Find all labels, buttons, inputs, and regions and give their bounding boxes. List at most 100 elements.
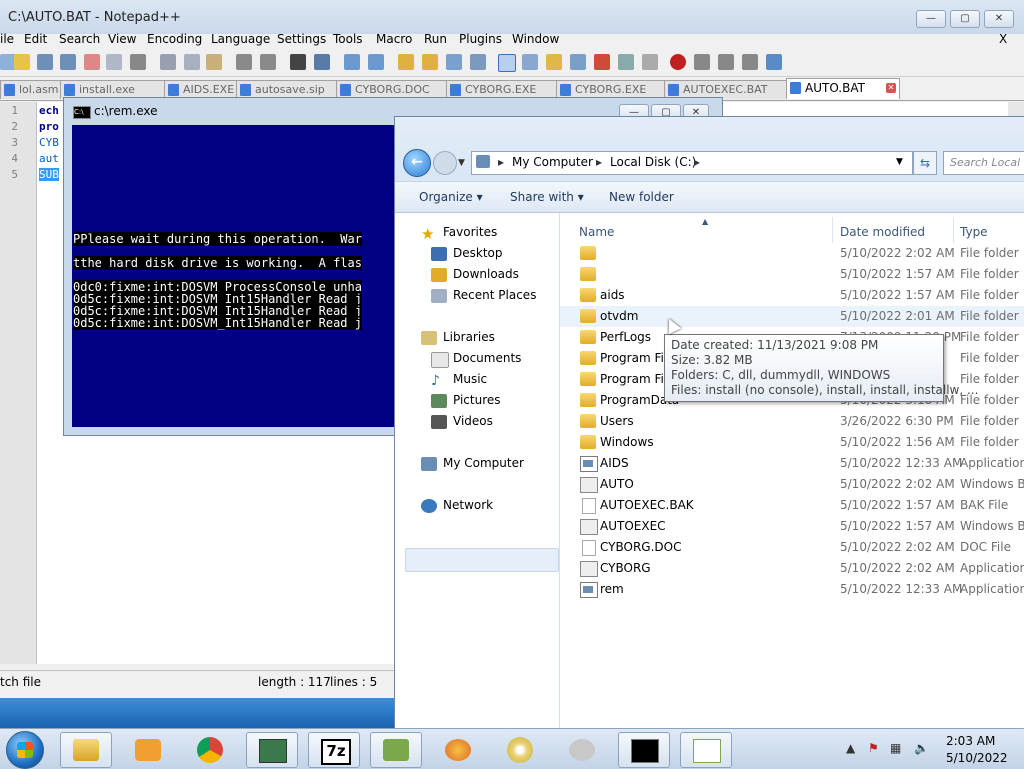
file-row[interactable]: 5/10/2022 2:02 AM File folder xyxy=(560,243,1024,264)
menu-file[interactable]: ile xyxy=(0,32,14,46)
menu-tools[interactable]: Tools xyxy=(333,32,363,46)
file-row[interactable]: CYBORG.DOC 5/10/2022 2:02 AM DOC File xyxy=(560,537,1024,558)
nav-music[interactable]: Music xyxy=(453,372,487,386)
taskbar-7zip[interactable]: 7z xyxy=(308,732,360,768)
column-header-date[interactable]: Date modified xyxy=(840,225,925,239)
notepadpp-title-bar[interactable]: C:\AUTO.BAT - Notepad++ — ▢ ✕ xyxy=(0,0,1024,34)
udl-icon[interactable] xyxy=(522,54,538,70)
close-all-icon[interactable] xyxy=(106,54,122,70)
menu-search[interactable]: Search xyxy=(59,32,100,46)
refresh-icon[interactable]: ⇆ xyxy=(913,151,937,175)
redo-icon[interactable] xyxy=(260,54,276,70)
column-header-name[interactable]: Name xyxy=(579,225,614,239)
nav-desktop[interactable]: Desktop xyxy=(453,246,503,260)
organize-button[interactable]: Organize ▾ xyxy=(419,190,483,204)
action-center-icon[interactable]: ⚑ xyxy=(868,741,882,755)
menu-view[interactable]: View xyxy=(108,32,136,46)
sync-h-icon[interactable] xyxy=(422,54,438,70)
taskbar-explorer[interactable] xyxy=(60,732,112,768)
file-row[interactable]: AUTOEXEC5/10/2022 1:57 AMWindows Ba xyxy=(560,516,1024,537)
file-row[interactable]: 5/10/2022 1:57 AM File folder xyxy=(560,264,1024,285)
taskbar-task-manager[interactable] xyxy=(246,732,298,768)
breadcrumb-arrow-icon[interactable]: ▸ xyxy=(498,155,504,169)
menu-encoding[interactable]: Encoding xyxy=(147,32,202,46)
paste-icon[interactable] xyxy=(206,54,222,70)
play-macro-icon[interactable] xyxy=(718,54,734,70)
function-list-icon[interactable] xyxy=(570,54,586,70)
nav-pictures[interactable]: Pictures xyxy=(453,393,501,407)
show-all-chars-icon[interactable] xyxy=(470,54,486,70)
menu-window[interactable]: Window xyxy=(512,32,559,46)
print-icon[interactable] xyxy=(130,54,146,70)
close-button[interactable]: ✕ xyxy=(984,10,1014,28)
history-dropdown-icon[interactable]: ▼ xyxy=(458,158,465,168)
tab-auto-bat[interactable]: AUTO.BAT ✕ xyxy=(786,78,900,99)
breadcrumb-arrow-icon[interactable]: ▸ xyxy=(694,155,700,169)
menu-plugins[interactable]: Plugins xyxy=(459,32,502,46)
undo-icon[interactable] xyxy=(236,54,252,70)
minimize-button[interactable]: — xyxy=(916,10,946,28)
folder-workspace-icon[interactable] xyxy=(594,54,610,70)
monitoring-icon[interactable] xyxy=(618,54,634,70)
new-folder-button[interactable]: New folder xyxy=(609,190,674,204)
eye-icon[interactable] xyxy=(642,54,658,70)
nav-favorites[interactable]: Favorites xyxy=(443,225,497,239)
zoom-out-icon[interactable] xyxy=(368,54,384,70)
menu-settings[interactable]: Settings xyxy=(277,32,326,46)
column-header-type[interactable]: Type xyxy=(960,225,988,239)
cut-icon[interactable] xyxy=(160,54,176,70)
zoom-in-icon[interactable] xyxy=(344,54,360,70)
show-hidden-icons-icon[interactable]: ▲ xyxy=(846,741,860,755)
record-macro-icon[interactable] xyxy=(670,54,686,70)
clock-time[interactable]: 2:03 AM xyxy=(946,734,995,748)
file-row[interactable]: Users 3/26/2022 6:30 PM File folder xyxy=(560,411,1024,432)
close-file-icon[interactable] xyxy=(84,54,100,70)
column-separator[interactable] xyxy=(953,217,954,243)
file-row[interactable]: AUTOEXEC.BAK 5/10/2022 1:57 AM BAK File xyxy=(560,495,1024,516)
run-macro-multiple-icon[interactable] xyxy=(742,54,758,70)
find-icon[interactable] xyxy=(290,54,306,70)
breadcrumb-my-computer[interactable]: My Computer xyxy=(512,155,593,169)
menu-language[interactable]: Language xyxy=(211,32,270,46)
nav-videos[interactable]: Videos xyxy=(453,414,493,428)
file-row-hovered[interactable]: otvdm 5/10/2022 2:01 AM File folder xyxy=(560,306,1024,327)
taskbar-notepadpp[interactable] xyxy=(370,732,422,768)
address-bar[interactable]: ▸ My Computer ▸ Local Disk (C:) ▸ ▼ xyxy=(471,151,913,175)
word-wrap-icon[interactable] xyxy=(446,54,462,70)
volume-icon[interactable]: 🔈 xyxy=(914,741,929,755)
file-row[interactable]: Windows 5/10/2022 1:56 AM File folder xyxy=(560,432,1024,453)
file-row[interactable]: AIDS 5/10/2022 12:33 AM Application xyxy=(560,453,1024,474)
nav-documents[interactable]: Documents xyxy=(453,351,521,365)
taskbar-wine[interactable] xyxy=(556,732,608,768)
taskbar-media-player[interactable] xyxy=(122,732,174,768)
file-row[interactable]: aids 5/10/2022 1:57 AM File folder xyxy=(560,285,1024,306)
clock-date[interactable]: 5/10/2022 xyxy=(946,751,1008,765)
stop-macro-icon[interactable] xyxy=(694,54,710,70)
nav-libraries[interactable]: Libraries xyxy=(443,330,495,344)
file-row[interactable]: CYBORG 5/10/2022 2:02 AM Application xyxy=(560,558,1024,579)
replace-icon[interactable] xyxy=(314,54,330,70)
taskbar-chart-app[interactable] xyxy=(680,732,732,768)
column-separator[interactable] xyxy=(832,217,833,243)
save-macro-icon[interactable] xyxy=(766,54,782,70)
menu-edit[interactable]: Edit xyxy=(24,32,47,46)
close-document-button[interactable]: X xyxy=(999,32,1007,46)
maximize-button[interactable]: ▢ xyxy=(950,10,980,28)
menu-macro[interactable]: Macro xyxy=(376,32,412,46)
file-row[interactable]: AUTO5/10/2022 2:02 AMWindows Ba xyxy=(560,474,1024,495)
nav-network[interactable]: Network xyxy=(443,498,493,512)
network-tray-icon[interactable]: ▦ xyxy=(890,741,904,755)
nav-downloads[interactable]: Downloads xyxy=(453,267,519,281)
address-dropdown-icon[interactable]: ▼ xyxy=(896,157,903,167)
breadcrumb-local-disk[interactable]: Local Disk (C:) xyxy=(610,155,696,169)
search-input[interactable]: Search Local Di xyxy=(943,151,1024,175)
forward-button[interactable] xyxy=(433,151,457,175)
sync-v-icon[interactable] xyxy=(398,54,414,70)
close-tab-icon[interactable]: ✕ xyxy=(886,83,896,93)
start-button[interactable] xyxy=(6,731,44,769)
nav-recent-places[interactable]: Recent Places xyxy=(453,288,536,302)
taskbar-paint[interactable] xyxy=(432,732,484,768)
open-file-icon[interactable] xyxy=(14,54,30,70)
doc-map-icon[interactable] xyxy=(546,54,562,70)
taskbar-console[interactable] xyxy=(618,732,670,768)
